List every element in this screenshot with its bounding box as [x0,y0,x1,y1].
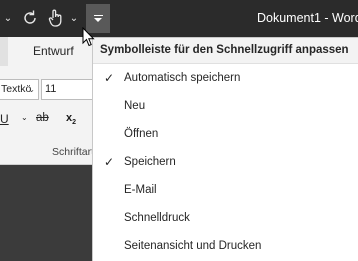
tab-entwurf[interactable]: Entwurf [33,37,74,66]
menu-item-label: Neu [124,100,146,112]
chevron-down-icon: ⌄ [28,85,35,94]
checkmark-icon: ✓ [104,71,115,85]
font-size-select[interactable]: 11 [41,79,97,100]
dropdown-arrow-icon [94,18,102,22]
group-label-font: Schriftart [52,146,95,158]
checkmark-icon: ✓ [104,155,115,169]
menu-item-automatisch-speichern[interactable]: ✓ Automatisch speichern [93,64,358,92]
chevron-down-icon[interactable]: ⌄ [21,113,28,122]
subscript-button[interactable]: x2 [66,112,76,126]
menu-item-speichern[interactable]: ✓ Speichern [93,148,358,176]
menu-item-seitenansicht-drucken[interactable]: Seitenansicht und Drucken [93,232,358,260]
ribbon-tabs: Entwurf [0,37,92,66]
font-size-value: 11 [45,83,57,95]
menu-item-oeffnen[interactable]: Öffnen [93,120,358,148]
chevron-down-icon[interactable]: ⌄ [68,0,80,37]
touch-mouse-mode-icon[interactable] [44,6,68,30]
font-name-select[interactable]: Textkö ⌄ [0,79,39,100]
customize-qat-menu: Symbolleiste für den Schnellzugriff anpa… [92,37,358,261]
redo-icon[interactable] [18,6,42,30]
strikethrough-button[interactable]: ab [36,112,49,124]
menu-item-label: Öffnen [124,128,159,140]
menu-header: Symbolleiste für den Schnellzugriff anpa… [93,38,358,64]
menu-item-neu[interactable]: Neu [93,92,358,120]
subscript-suffix: 2 [72,119,77,127]
menu-item-label: Seitenansicht und Drucken [124,240,262,252]
menu-item-label: Speichern [124,156,176,168]
menu-item-label: Automatisch speichern [124,72,241,84]
mouse-cursor-icon [82,27,95,47]
menu-item-label: E-Mail [124,184,157,196]
document-title: Dokument1 - Word [257,11,358,25]
menu-item-schnelldruck[interactable]: Schnelldruck [93,204,358,232]
title-bar: ⌄ ⌄ Dokument1 - Word [0,0,358,37]
customize-qat-icon [93,15,103,16]
chevron-down-icon[interactable]: ⌄ [2,0,14,37]
ribbon-body: Textkö ⌄ 11 U ⌄ ab x2 Schriftart [0,66,97,165]
menu-item-label: Schnelldruck [124,212,190,224]
document-area[interactable] [0,166,92,261]
underline-button[interactable]: U [0,112,9,126]
tab-previous[interactable] [0,37,8,66]
font-name-value: Textkö [1,83,32,95]
menu-item-email[interactable]: E-Mail [93,176,358,204]
